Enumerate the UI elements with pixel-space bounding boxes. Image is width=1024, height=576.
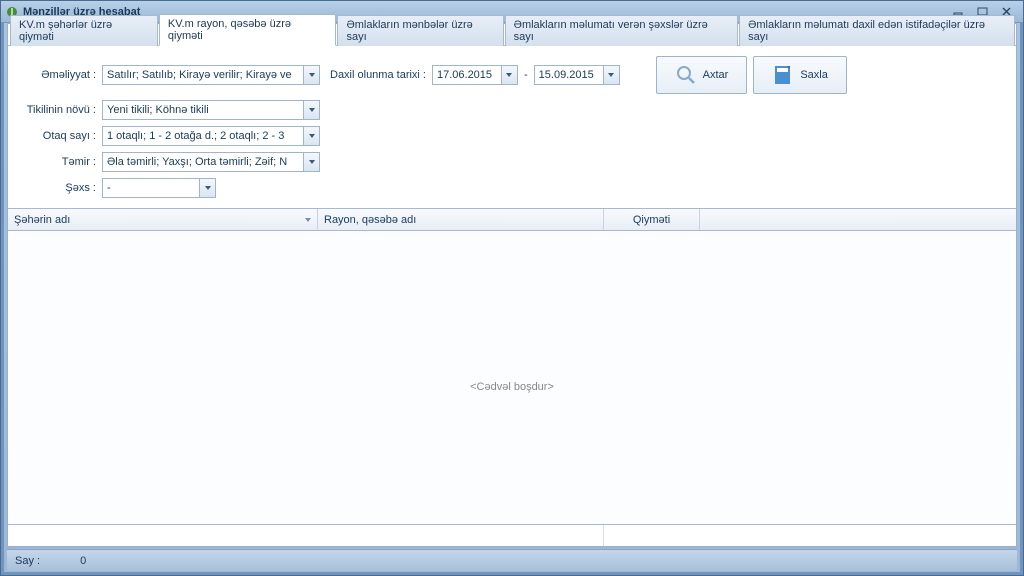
dropdown-icon[interactable] xyxy=(603,66,619,84)
column-header-district[interactable]: Rayon, qəsəbə adı xyxy=(318,209,604,230)
grid-footer xyxy=(8,524,1016,546)
save-icon xyxy=(772,64,794,86)
tab-2[interactable]: Əmlakların mənbələr üzrə sayı xyxy=(337,15,503,46)
grid-body: <Cədvəl boşdur> xyxy=(8,231,1016,524)
building-label: Tikilinin növü : xyxy=(22,104,96,116)
dropdown-icon[interactable] xyxy=(303,127,319,145)
status-count-label: Say : xyxy=(15,555,40,567)
dropdown-icon[interactable] xyxy=(303,101,319,119)
grid-header: Şəhərin adı Rayon, qəsəbə adı Qiyməti xyxy=(8,209,1016,231)
repair-combo[interactable] xyxy=(102,152,320,172)
dropdown-icon[interactable] xyxy=(199,179,215,197)
dropdown-icon[interactable] xyxy=(303,66,319,84)
person-input[interactable] xyxy=(103,180,199,196)
tab-3[interactable]: Əmlakların məlumatı verən şəxslər üzrə s… xyxy=(505,15,738,46)
date-dash: - xyxy=(524,69,528,81)
date-from-combo[interactable] xyxy=(432,65,518,85)
operation-label: Əməliyyat : xyxy=(22,69,96,81)
building-input[interactable] xyxy=(103,102,303,118)
column-header-city[interactable]: Şəhərin adı xyxy=(8,209,318,230)
operation-input[interactable] xyxy=(103,67,303,83)
column-header-price[interactable]: Qiyməti xyxy=(604,209,700,230)
tab-4[interactable]: Əmlakların məlumatı daxil edən istifadəç… xyxy=(739,15,1015,46)
save-button-label: Saxla xyxy=(800,69,828,81)
filter-panel: Əməliyyat : Daxil olunma tarixi : - xyxy=(8,46,1016,208)
date-to-input[interactable] xyxy=(535,67,603,83)
tab-0[interactable]: KV.m şəhərlər üzrə qiyməti xyxy=(10,15,158,46)
search-button[interactable]: Axtar xyxy=(656,56,748,94)
tab-1[interactable]: KV.m rayon, qəsəbə üzrə qiyməti xyxy=(159,14,337,46)
dropdown-icon[interactable] xyxy=(303,153,319,171)
rooms-label: Otaq sayı : xyxy=(22,130,96,142)
grid-footer-cell xyxy=(8,525,604,546)
date-label: Daxil olunma tarixi : xyxy=(330,69,426,81)
tab-strip: KV.m şəhərlər üzrə qiymətiKV.m rayon, qə… xyxy=(8,24,1016,46)
status-count-value: 0 xyxy=(80,555,86,567)
content-area: KV.m şəhərlər üzrə qiymətiKV.m rayon, qə… xyxy=(7,23,1017,547)
grid: Şəhərin adı Rayon, qəsəbə adı Qiyməti <C… xyxy=(8,208,1016,546)
person-combo[interactable] xyxy=(102,178,216,198)
magnifier-icon xyxy=(675,64,697,86)
building-combo[interactable] xyxy=(102,100,320,120)
rooms-input[interactable] xyxy=(103,128,303,144)
grid-empty-text: <Cədvəl boşdur> xyxy=(470,381,554,393)
save-button[interactable]: Saxla xyxy=(753,56,847,94)
rooms-combo[interactable] xyxy=(102,126,320,146)
person-label: Şəxs : xyxy=(22,182,96,194)
dropdown-icon[interactable] xyxy=(501,66,517,84)
date-from-input[interactable] xyxy=(433,67,501,83)
operation-combo[interactable] xyxy=(102,65,320,85)
window: Mənzillər üzrə hesabat KV.m şəhərlər üzr… xyxy=(0,0,1024,576)
date-to-combo[interactable] xyxy=(534,65,620,85)
repair-label: Təmir : xyxy=(22,156,96,168)
repair-input[interactable] xyxy=(103,154,303,170)
statusbar: Say : 0 xyxy=(7,549,1017,571)
search-button-label: Axtar xyxy=(703,69,729,81)
